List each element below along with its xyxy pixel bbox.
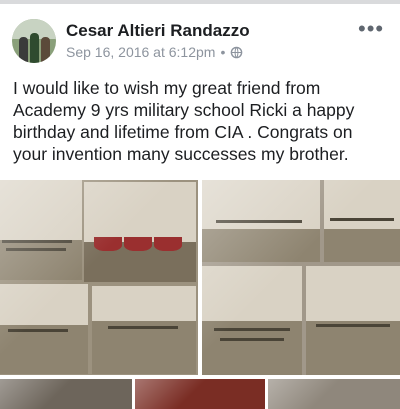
top-divider bbox=[0, 0, 400, 4]
meta-separator: • bbox=[220, 44, 226, 60]
photo-tile[interactable] bbox=[135, 379, 265, 409]
post-meta: Sep 16, 2016 at 6:12pm • bbox=[66, 44, 243, 60]
more-options-button[interactable]: ••• bbox=[358, 16, 384, 42]
photo-tile[interactable] bbox=[202, 180, 400, 375]
author-avatar[interactable] bbox=[12, 19, 56, 63]
photo-tile[interactable] bbox=[0, 379, 132, 409]
ellipsis-icon: ••• bbox=[358, 16, 385, 41]
photo-tile[interactable] bbox=[0, 180, 198, 375]
globe-icon bbox=[230, 46, 243, 59]
photo-tile[interactable] bbox=[268, 379, 400, 409]
author-name[interactable]: Cesar Altieri Randazzo bbox=[66, 21, 250, 41]
post-timestamp[interactable]: Sep 16, 2016 at 6:12pm bbox=[66, 44, 215, 60]
post-text: I would like to wish my great friend fro… bbox=[13, 78, 355, 164]
photo-grid bbox=[0, 180, 400, 409]
